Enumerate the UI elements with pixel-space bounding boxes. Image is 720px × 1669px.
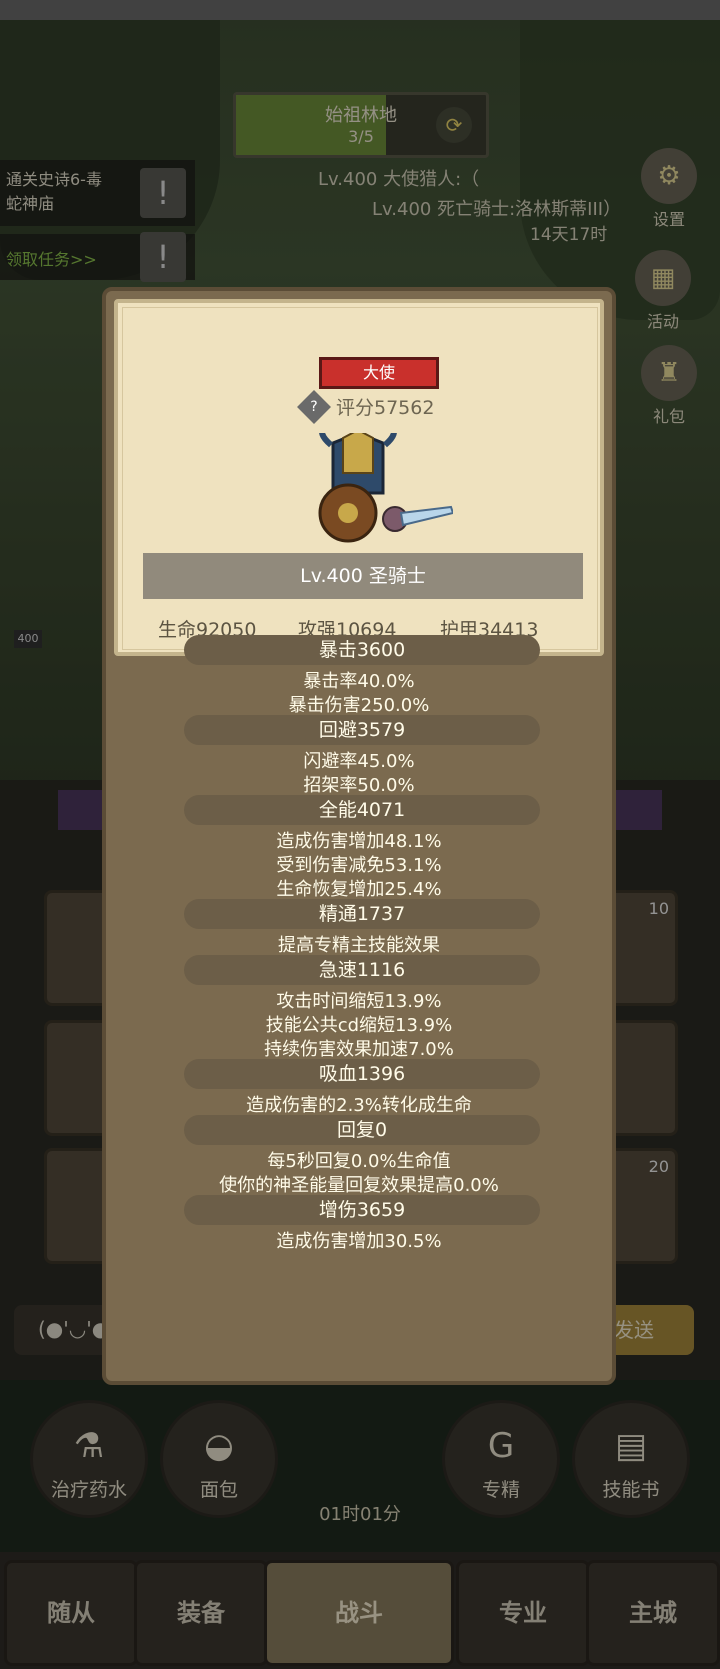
damage-bonus-effect: 造成伤害增加30.5% xyxy=(276,1231,442,1252)
mastery-section-title: 精通1737 xyxy=(184,899,540,929)
hero-name-bar: Lv.400 圣骑士 xyxy=(143,553,583,599)
lifesteal-effect: 造成伤害的2.3%转化成生命 xyxy=(246,1095,472,1116)
parry-rate: 招架率50.0% xyxy=(303,775,415,796)
character-card: 大使 ? 评分57562 Lv.400 圣骑士 生命92050 攻强10694 … xyxy=(114,299,604,656)
character-detail-modal: 大使 ? 评分57562 Lv.400 圣骑士 生命92050 攻强10694 … xyxy=(102,287,616,1385)
dot-speedup: 持续伤害效果加速7.0% xyxy=(264,1039,454,1060)
haste-section-title: 急速1116 xyxy=(184,955,540,985)
crit-section-title: 暴击3600 xyxy=(184,635,540,665)
paladin-hero-sprite xyxy=(318,433,453,543)
versatility-section-title: 全能4071 xyxy=(184,795,540,825)
damage-increase: 造成伤害增加48.1% xyxy=(276,831,442,852)
damage-reduction: 受到伤害减免53.1% xyxy=(276,855,442,876)
lifesteal-section-title: 吸血1396 xyxy=(184,1059,540,1089)
healing-increase: 生命恢复增加25.4% xyxy=(276,879,442,900)
mastery-effect: 提高专精主技能效果 xyxy=(278,935,440,956)
dodge-rate: 闪避率45.0% xyxy=(303,751,415,772)
regen-per-5s: 每5秒回复0.0%生命值 xyxy=(267,1151,451,1172)
role-badge: 大使 xyxy=(319,357,439,389)
avoidance-section-title: 回避3579 xyxy=(184,715,540,745)
global-cooldown-reduction: 技能公共cd缩短13.9% xyxy=(265,1015,453,1036)
score-text: 评分57562 xyxy=(336,397,435,419)
crit-damage: 暴击伤害250.0% xyxy=(288,695,430,716)
regen-section-title: 回复0 xyxy=(184,1115,540,1145)
question-mark: ? xyxy=(310,399,318,415)
holy-power-regen: 使你的神圣能量回复效果提高0.0% xyxy=(219,1175,499,1196)
crit-rate: 暴击率40.0% xyxy=(303,671,415,692)
attack-time-reduction: 攻击时间缩短13.9% xyxy=(276,991,442,1012)
damage-bonus-section-title: 增伤3659 xyxy=(184,1195,540,1225)
